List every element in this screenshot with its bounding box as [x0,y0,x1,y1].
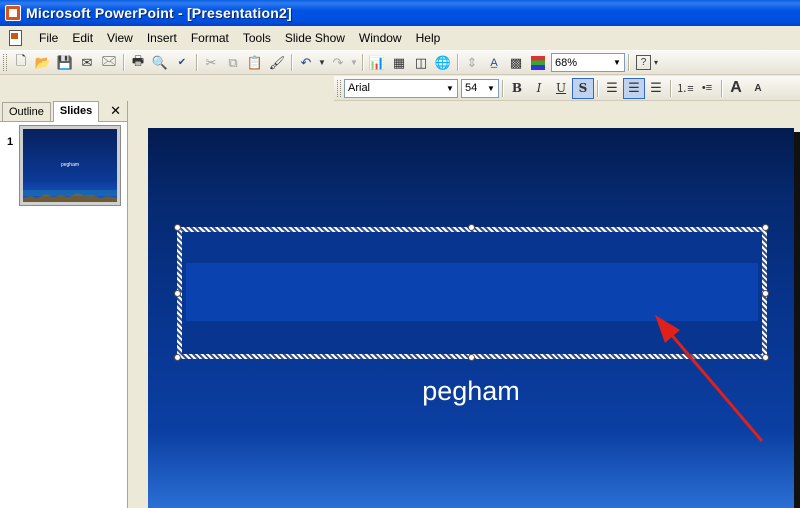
bullets-icon[interactable]: •≡ [696,78,718,99]
tables-borders-icon[interactable]: ◫ [410,52,432,73]
placeholder-band [186,263,758,321]
menu-window[interactable]: Window [352,27,409,49]
toolbar-separator [291,54,292,71]
toolbar-separator [457,54,458,71]
resize-handle-bottom-right[interactable] [762,354,769,361]
undo-icon[interactable]: ↶ [295,52,317,73]
toolbar-separator [196,54,197,71]
zoom-combo[interactable]: 68% ▼ [551,53,625,72]
bold-button[interactable]: B [506,78,528,99]
slide-canvas[interactable]: pegham [148,128,794,508]
spelling-icon[interactable]: ✔ [171,52,193,73]
toolbar-options-icon[interactable]: ▾ [651,58,661,67]
resize-handle-right[interactable] [762,290,769,297]
menu-edit[interactable]: Edit [65,27,100,49]
subtitle-text[interactable]: pegham [148,376,794,407]
menu-help[interactable]: Help [409,27,448,49]
chevron-down-icon[interactable]: ▼ [484,80,498,97]
menu-tools[interactable]: Tools [236,27,278,49]
print-preview-icon[interactable]: 🔍 [149,52,171,73]
underline-button[interactable]: U [550,78,572,99]
font-size-combo[interactable]: 54 ▼ [461,78,499,98]
zoom-value: 68% [555,56,578,69]
menu-file[interactable]: File [32,27,65,49]
permission-icon[interactable]: ✉ [76,52,98,73]
align-right-icon[interactable]: ☰ [645,78,667,99]
formatting-toolbar: Arial ▼ 54 ▼ B I U S ☰ ☰ ☰ ⒈≡ •≡ A A [334,76,800,101]
toolbar-grip[interactable] [3,54,7,71]
toolbar-separator [721,79,722,97]
menu-insert[interactable]: Insert [140,27,184,49]
open-icon[interactable]: 📂 [32,52,54,73]
show-grid-icon[interactable]: ▩ [505,52,527,73]
tab-outline[interactable]: Outline [2,102,51,121]
close-icon[interactable]: ✕ [110,103,121,119]
cut-icon[interactable]: ✂ [200,52,222,73]
show-formatting-icon[interactable]: A̲ [483,52,505,73]
resize-handle-bottom-left[interactable] [174,354,181,361]
paste-icon[interactable]: 📋 [244,52,266,73]
help-icon[interactable]: ? [636,55,651,70]
save-icon[interactable]: 💾 [54,52,76,73]
resize-handle-left[interactable] [174,290,181,297]
document-icon[interactable] [6,29,26,47]
chevron-down-icon[interactable]: ▼ [443,80,457,97]
standard-toolbar: 🗋 📂 💾 ✉ 🖂 🖶 🔍 ✔ ✂ ⧉ 📋 🖌 ↶ ▼ ↷ ▼ 📊 ▦ ◫ 🌐 … [0,50,800,75]
window-title: Microsoft PowerPoint - [Presentation2] [26,5,292,21]
menu-slide-show[interactable]: Slide Show [278,27,352,49]
title-placeholder[interactable] [177,227,767,359]
font-name: Arial [348,82,371,94]
thumbnail-text: pegham [60,162,80,168]
toolbar-separator [362,54,363,71]
expand-all-icon[interactable]: ⇕ [461,52,483,73]
toolbar-grip[interactable] [337,79,341,97]
new-icon[interactable]: 🗋 [10,52,32,73]
mountain-graphic [23,190,117,202]
outline-slides-pane: Outline Slides ✕ 1 pegham [0,101,128,508]
resize-handle-top-right[interactable] [762,224,769,231]
pane-tabs: Outline Slides ✕ [0,101,127,122]
numbering-icon[interactable]: ⒈≡ [674,78,696,99]
toolbar-separator [502,79,503,97]
decrease-font-icon[interactable]: A [747,78,769,99]
powerpoint-app-icon[interactable] [5,5,21,21]
font-combo[interactable]: Arial ▼ [344,78,458,98]
align-left-icon[interactable]: ☰ [601,78,623,99]
toolbar-separator [670,79,671,97]
toolbar-separator [597,79,598,97]
format-painter-icon[interactable]: 🖌 [266,52,288,73]
increase-font-icon[interactable]: A [725,78,747,99]
menu-bar: File Edit View Insert Format Tools Slide… [0,26,800,50]
toolbar-separator [628,54,629,71]
tab-slides[interactable]: Slides [52,101,100,122]
font-size-value: 54 [465,82,478,94]
insert-table-icon[interactable]: ▦ [388,52,410,73]
slide-thumbnail[interactable]: pegham [20,126,120,205]
slide-shadow [794,132,800,508]
toolbar-separator [123,54,124,71]
title-bar: Microsoft PowerPoint - [Presentation2] [0,0,800,26]
italic-button[interactable]: I [528,78,550,99]
insert-chart-icon[interactable]: 📊 [366,52,388,73]
center-icon[interactable]: ☰ [623,77,645,99]
menu-format[interactable]: Format [184,27,236,49]
chevron-down-icon[interactable]: ▼ [610,54,624,71]
color-grayscale-icon[interactable] [531,55,545,70]
insert-hyperlink-icon[interactable]: 🌐 [432,52,454,73]
slide-number: 1 [7,136,14,148]
redo-icon[interactable]: ↷ [327,52,349,73]
menu-view[interactable]: View [100,27,140,49]
shadow-button[interactable]: S [572,77,594,99]
resize-handle-top[interactable] [468,224,475,231]
email-icon[interactable]: 🖂 [98,52,120,73]
resize-handle-top-left[interactable] [174,224,181,231]
undo-dropdown-icon[interactable]: ▼ [317,58,327,67]
copy-icon[interactable]: ⧉ [222,52,244,73]
resize-handle-bottom[interactable] [468,354,475,361]
redo-dropdown-icon[interactable]: ▼ [349,58,359,67]
print-icon[interactable]: 🖶 [127,52,149,73]
slide-editing-area: pegham [129,101,800,508]
